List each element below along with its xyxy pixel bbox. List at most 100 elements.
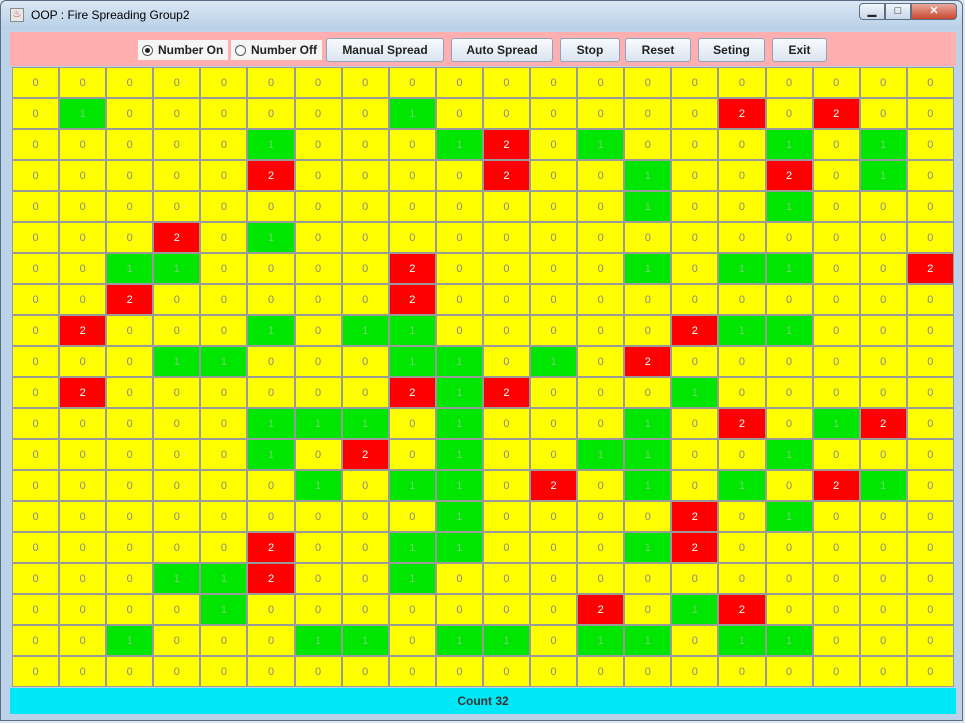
grid-cell[interactable]: 0 — [294, 315, 342, 346]
grid-cell[interactable]: 1 — [765, 315, 813, 346]
grid-cell[interactable]: 1 — [624, 470, 672, 501]
grid-cell[interactable]: 0 — [294, 191, 342, 222]
grid-cell[interactable]: 2 — [59, 377, 107, 408]
grid-cell[interactable]: 0 — [765, 594, 813, 625]
grid-cell[interactable]: 0 — [812, 439, 860, 470]
grid-cell[interactable]: 0 — [106, 129, 154, 160]
grid-cell[interactable]: 0 — [106, 67, 154, 98]
grid-cell[interactable]: 0 — [859, 191, 907, 222]
grid-cell[interactable]: 0 — [577, 563, 625, 594]
grid-cell[interactable]: 0 — [59, 594, 107, 625]
grid-cell[interactable]: 0 — [12, 470, 60, 501]
grid-cell[interactable]: 0 — [765, 346, 813, 377]
grid-cell[interactable]: 2 — [341, 439, 389, 470]
grid-cell[interactable]: 0 — [812, 656, 860, 687]
grid-cell[interactable]: 0 — [200, 377, 248, 408]
grid-cell[interactable]: 1 — [435, 408, 483, 439]
grid-cell[interactable]: 0 — [812, 346, 860, 377]
grid-cell[interactable]: 1 — [435, 129, 483, 160]
grid-cell[interactable]: 0 — [153, 129, 201, 160]
grid-cell[interactable]: 1 — [247, 129, 295, 160]
grid-cell[interactable]: 1 — [153, 563, 201, 594]
grid-cell[interactable]: 0 — [906, 656, 954, 687]
grid-cell[interactable]: 0 — [435, 315, 483, 346]
grid-cell[interactable]: 0 — [247, 67, 295, 98]
grid-cell[interactable]: 0 — [859, 222, 907, 253]
grid-cell[interactable]: 0 — [624, 98, 672, 129]
grid-cell[interactable]: 0 — [718, 656, 766, 687]
grid-cell[interactable]: 0 — [59, 625, 107, 656]
grid-cell[interactable]: 0 — [577, 253, 625, 284]
grid-cell[interactable]: 0 — [906, 532, 954, 563]
grid-cell[interactable]: 0 — [59, 501, 107, 532]
grid-cell[interactable]: 0 — [153, 98, 201, 129]
grid-cell[interactable]: 0 — [106, 346, 154, 377]
grid-cell[interactable]: 0 — [671, 67, 719, 98]
grid-cell[interactable]: 2 — [153, 222, 201, 253]
grid-cell[interactable]: 0 — [530, 98, 578, 129]
grid-cell[interactable]: 0 — [12, 377, 60, 408]
grid-cell[interactable]: 0 — [718, 67, 766, 98]
grid-cell[interactable]: 0 — [624, 129, 672, 160]
grid-cell[interactable]: 0 — [294, 222, 342, 253]
grid-cell[interactable]: 0 — [482, 67, 531, 98]
title-bar[interactable]: ♨ OOP : Fire Spreading Group2 ▁ □ ✕ — [1, 1, 962, 29]
grid-cell[interactable]: 2 — [718, 98, 766, 129]
grid-cell[interactable]: 0 — [577, 191, 625, 222]
grid-cell[interactable]: 0 — [341, 253, 389, 284]
grid-cell[interactable]: 0 — [341, 470, 389, 501]
grid-cell[interactable]: 0 — [530, 563, 578, 594]
grid-cell[interactable]: 2 — [812, 470, 860, 501]
grid-cell[interactable]: 1 — [341, 625, 389, 656]
grid-cell[interactable]: 0 — [577, 408, 625, 439]
grid-cell[interactable]: 1 — [435, 501, 483, 532]
grid-cell[interactable]: 0 — [153, 284, 201, 315]
grid-cell[interactable]: 1 — [765, 501, 813, 532]
grid-cell[interactable]: 0 — [388, 222, 436, 253]
grid-cell[interactable]: 0 — [482, 253, 531, 284]
grid-cell[interactable]: 0 — [906, 346, 954, 377]
grid-cell[interactable]: 1 — [106, 625, 154, 656]
grid-cell[interactable]: 0 — [153, 470, 201, 501]
grid-cell[interactable]: 0 — [482, 346, 531, 377]
maximize-button[interactable]: □ — [885, 3, 911, 20]
grid-cell[interactable]: 0 — [859, 439, 907, 470]
grid-cell[interactable]: 0 — [859, 315, 907, 346]
exit-button[interactable]: Exit — [772, 38, 827, 62]
grid-cell[interactable]: 0 — [482, 656, 531, 687]
grid-cell[interactable]: 0 — [106, 191, 154, 222]
grid-cell[interactable]: 2 — [859, 408, 907, 439]
grid-cell[interactable]: 0 — [247, 594, 295, 625]
grid-cell[interactable]: 2 — [671, 501, 719, 532]
grid-cell[interactable]: 0 — [200, 222, 248, 253]
grid-cell[interactable]: 0 — [906, 377, 954, 408]
stop-button[interactable]: Stop — [560, 38, 620, 62]
grid-cell[interactable]: 0 — [294, 532, 342, 563]
grid-cell[interactable]: 0 — [200, 67, 248, 98]
grid-cell[interactable]: 0 — [812, 315, 860, 346]
grid-cell[interactable]: 0 — [530, 222, 578, 253]
grid-cell[interactable]: 0 — [577, 346, 625, 377]
grid-cell[interactable]: 0 — [482, 563, 531, 594]
grid-cell[interactable]: 0 — [200, 439, 248, 470]
grid-cell[interactable]: 0 — [718, 191, 766, 222]
grid-cell[interactable]: 1 — [671, 377, 719, 408]
grid-cell[interactable]: 0 — [106, 656, 154, 687]
grid-cell[interactable]: 0 — [624, 563, 672, 594]
grid-cell[interactable]: 0 — [671, 222, 719, 253]
grid-cell[interactable]: 2 — [388, 284, 436, 315]
grid-cell[interactable]: 0 — [765, 377, 813, 408]
grid-cell[interactable]: 0 — [859, 67, 907, 98]
grid-cell[interactable]: 2 — [482, 160, 531, 191]
grid-cell[interactable]: 0 — [59, 656, 107, 687]
grid-cell[interactable]: 0 — [106, 594, 154, 625]
grid-cell[interactable]: 0 — [530, 67, 578, 98]
grid-cell[interactable]: 0 — [859, 501, 907, 532]
grid-cell[interactable]: 0 — [12, 408, 60, 439]
grid-cell[interactable]: 0 — [106, 532, 154, 563]
grid-cell[interactable]: 0 — [247, 470, 295, 501]
grid-cell[interactable]: 0 — [906, 191, 954, 222]
grid-cell[interactable]: 1 — [388, 346, 436, 377]
grid-cell[interactable]: 1 — [294, 625, 342, 656]
grid-cell[interactable]: 0 — [200, 315, 248, 346]
